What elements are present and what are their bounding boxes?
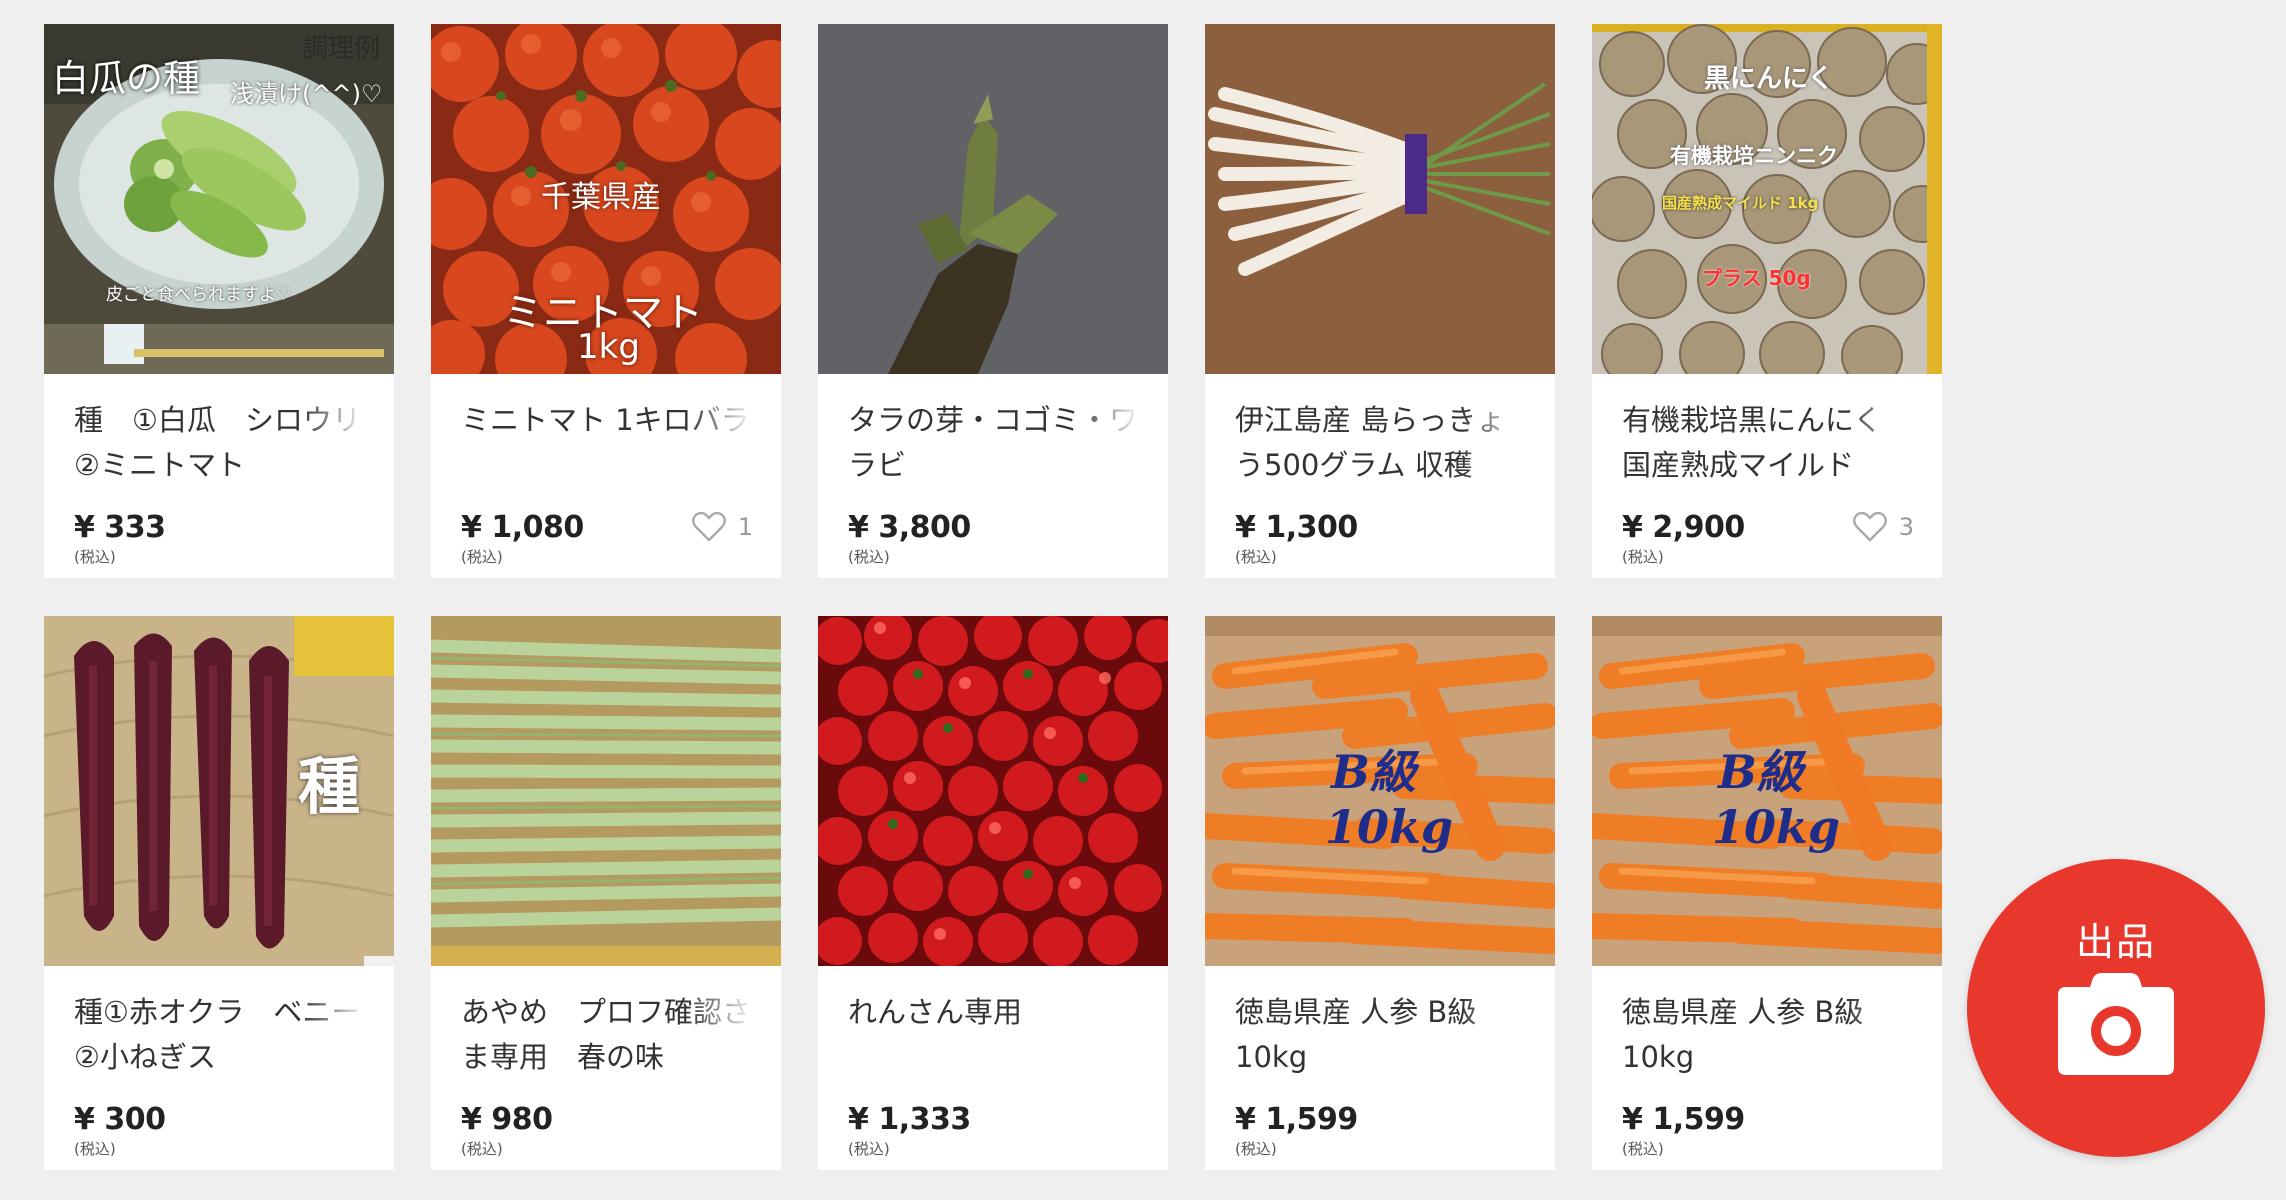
item-thumbnail[interactable] — [818, 616, 1168, 966]
tax-label: (税込) — [1235, 1140, 1277, 1158]
image-text: 国産熟成マイルド 1kg — [1662, 194, 1819, 212]
sell-button[interactable]: 出品 — [1967, 859, 2265, 1157]
tax-label: (税込) — [461, 1140, 503, 1158]
tax-label: (税込) — [1622, 1140, 1664, 1158]
item-thumbnail[interactable] — [818, 24, 1168, 374]
item-card[interactable]: 白瓜の種 調理例 浅漬け(^^)♡ 皮ごと食べられますよ♡ 種 ①白瓜 シロウリ… — [44, 24, 394, 578]
item-price: ¥ 1,599 — [1235, 1102, 1358, 1137]
heart-icon — [691, 512, 726, 542]
tax-label: (税込) — [848, 1140, 890, 1158]
item-price: ¥ 980 — [461, 1102, 553, 1137]
item-card[interactable]: 千葉県産 ミニトマト 1kg ミニトマト 1キロバラ ¥ 1,080 (税込) … — [431, 24, 781, 578]
sell-button-label: 出品 — [2075, 920, 2156, 964]
image-text: 皮ごと食べられますよ♡ — [106, 285, 292, 305]
item-title[interactable]: タラの芽・コゴミ・ワラビ — [848, 398, 1138, 494]
image-text: 千葉県産 — [541, 180, 661, 215]
tax-label: (税込) — [1622, 548, 1664, 566]
image-text: 浅漬け(^^)♡ — [230, 80, 383, 108]
image-text: 調理例 — [302, 34, 381, 64]
like-button[interactable]: 3 — [1852, 512, 1914, 542]
item-card[interactable]: れんさん専用 ¥ 1,333 (税込) — [818, 616, 1168, 1170]
image-text: 1kg — [577, 327, 640, 367]
item-title[interactable]: 有機栽培黒にんにく 国産熟成マイルド — [1622, 398, 1912, 494]
tax-label: (税込) — [1235, 548, 1277, 566]
item-title[interactable]: ミニトマト 1キロバラ — [461, 398, 751, 494]
item-card[interactable]: B級 10kg 徳島県産 人参 B級 10kg ¥ 1,599 (税込) — [1205, 616, 1555, 1170]
item-thumbnail[interactable] — [431, 616, 781, 966]
item-price: ¥ 3,800 — [848, 510, 971, 545]
heart-icon — [1852, 512, 1887, 542]
item-thumbnail[interactable]: B級 10kg — [1592, 616, 1942, 966]
item-price: ¥ 333 — [74, 510, 166, 545]
tax-label: (税込) — [74, 548, 116, 566]
item-thumbnail[interactable] — [1205, 24, 1555, 374]
camera-icon — [2058, 973, 2174, 1075]
tax-label: (税込) — [461, 548, 503, 566]
item-title[interactable]: 種 ①白瓜 シロウリ ②ミニトマト — [74, 398, 364, 494]
item-price: ¥ 1,300 — [1235, 510, 1358, 545]
item-card[interactable]: 種 種①赤オクラ ベニー ②小ねぎス ¥ 300 (税込) — [44, 616, 394, 1170]
item-title[interactable]: 種①赤オクラ ベニー ②小ねぎス — [74, 990, 364, 1086]
image-text: プラス 50g — [1702, 266, 1811, 290]
item-title[interactable]: れんさん専用 — [848, 990, 1138, 1086]
item-title[interactable]: 伊江島産 島らっきょう500グラム 収穫 — [1235, 398, 1525, 494]
tax-label: (税込) — [848, 548, 890, 566]
item-price: ¥ 2,900 — [1622, 510, 1745, 545]
tax-label: (税込) — [74, 1140, 116, 1158]
image-text: B級 — [1718, 745, 1803, 799]
image-text: 10kg — [1325, 800, 1454, 854]
item-card[interactable]: 黒にんにく 有機栽培ニンニク 国産熟成マイルド 1kg プラス 50g 有機栽培… — [1592, 24, 1942, 578]
item-card[interactable]: 伊江島産 島らっきょう500グラム 収穫 ¥ 1,300 (税込) — [1205, 24, 1555, 578]
item-title[interactable]: 徳島県産 人参 B級 10kg — [1235, 990, 1525, 1086]
like-count: 3 — [1898, 513, 1914, 541]
item-price: ¥ 1,080 — [461, 510, 584, 545]
item-thumbnail[interactable]: B級 10kg — [1205, 616, 1555, 966]
item-price: ¥ 1,599 — [1622, 1102, 1745, 1137]
item-thumbnail[interactable]: 白瓜の種 調理例 浅漬け(^^)♡ 皮ごと食べられますよ♡ — [44, 24, 394, 374]
item-grid: 白瓜の種 調理例 浅漬け(^^)♡ 皮ごと食べられますよ♡ 種 ①白瓜 シロウリ… — [44, 24, 1942, 1170]
image-text: 黒にんにく — [1704, 64, 1834, 94]
item-thumbnail[interactable]: 種 — [44, 616, 394, 966]
item-card[interactable]: B級 10kg 徳島県産 人参 B級 10kg ¥ 1,599 (税込) — [1592, 616, 1942, 1170]
item-price: ¥ 1,333 — [848, 1102, 971, 1137]
image-text: 有機栽培ニンニク — [1670, 144, 1838, 168]
item-price: ¥ 300 — [74, 1102, 166, 1137]
image-text: 10kg — [1712, 800, 1841, 854]
item-title[interactable]: 徳島県産 人参 B級 10kg — [1622, 990, 1912, 1086]
item-thumbnail[interactable]: 黒にんにく 有機栽培ニンニク 国産熟成マイルド 1kg プラス 50g — [1592, 24, 1942, 374]
like-count: 1 — [737, 513, 753, 541]
item-title[interactable]: あやめ プロフ確認さま専用 春の味 — [461, 990, 751, 1086]
image-text: 種 — [298, 750, 361, 823]
item-thumbnail[interactable]: 千葉県産 ミニトマト 1kg — [431, 24, 781, 374]
item-card[interactable]: タラの芽・コゴミ・ワラビ ¥ 3,800 (税込) — [818, 24, 1168, 578]
like-button[interactable]: 1 — [691, 512, 753, 542]
item-card[interactable]: あやめ プロフ確認さま専用 春の味 ¥ 980 (税込) — [431, 616, 781, 1170]
image-text: B級 — [1331, 745, 1416, 799]
image-text: 白瓜の種 — [52, 57, 200, 100]
